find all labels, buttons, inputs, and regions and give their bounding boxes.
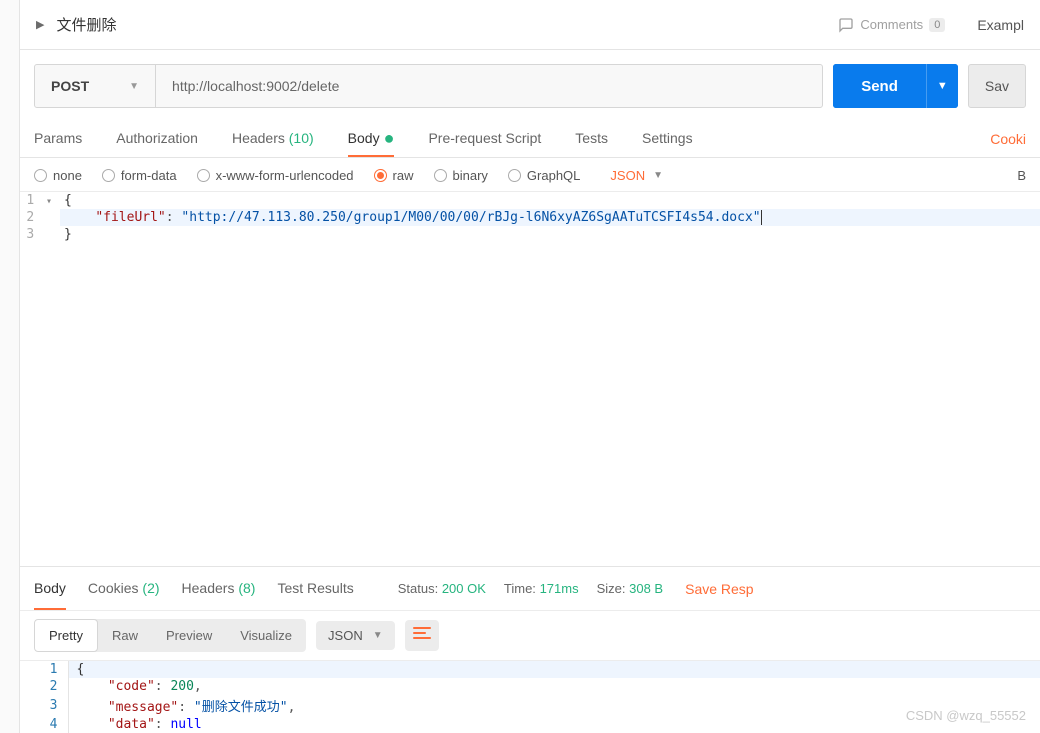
collapse-triangle-icon[interactable]: ▶ (36, 18, 44, 31)
chevron-down-icon: ▼ (129, 81, 139, 92)
save-response-button[interactable]: Save Resp (685, 581, 753, 597)
save-button[interactable]: Sav (968, 64, 1026, 108)
request-body-editor[interactable]: 1 ▾{ 2 "fileUrl": "http://47.113.80.250/… (20, 192, 1040, 566)
tab-header: ▶ 文件删除 Comments 0 Exampl (20, 0, 1040, 50)
send-button[interactable]: Send (833, 64, 926, 108)
comments-count: 0 (929, 18, 945, 32)
url-input[interactable] (156, 65, 822, 107)
request-tabs: Params Authorization Headers (10) Body● … (20, 120, 1040, 158)
resp-tab-tests[interactable]: Test Results (277, 567, 353, 610)
beautify-button[interactable]: B (1017, 168, 1026, 183)
raw-type-select[interactable]: JSON ▼ (610, 168, 663, 183)
resp-tab-body[interactable]: Body (34, 567, 66, 610)
body-type-urlencoded[interactable]: x-www-form-urlencoded (197, 168, 354, 183)
radio-icon (197, 169, 210, 182)
cookies-link[interactable]: Cooki (990, 131, 1026, 147)
body-type-row: none form-data x-www-form-urlencoded raw… (20, 158, 1040, 192)
chevron-down-icon: ▼ (373, 630, 383, 641)
method-select[interactable]: POST ▼ (35, 65, 156, 107)
comment-icon (838, 17, 854, 33)
response-format-select[interactable]: JSON ▼ (316, 621, 395, 650)
body-type-none[interactable]: none (34, 168, 82, 183)
status-value: 200 OK (442, 581, 486, 596)
wrap-lines-button[interactable] (405, 620, 439, 651)
body-type-formdata[interactable]: form-data (102, 168, 177, 183)
resp-tab-cookies[interactable]: Cookies (2) (88, 567, 160, 610)
body-type-raw[interactable]: raw (374, 168, 414, 183)
fold-icon[interactable]: ▾ (42, 196, 52, 207)
radio-icon (508, 169, 521, 182)
tab-headers[interactable]: Headers (10) (232, 120, 314, 157)
view-preview[interactable]: Preview (152, 619, 226, 652)
time-value: 171ms (540, 581, 579, 596)
request-title: 文件删除 (56, 14, 116, 35)
radio-icon (102, 169, 115, 182)
tab-prerequest[interactable]: Pre-request Script (428, 120, 541, 157)
examples-button[interactable]: Exampl (957, 17, 1024, 33)
comments-button[interactable]: Comments 0 (838, 17, 945, 33)
view-visualize[interactable]: Visualize (226, 619, 306, 652)
send-dropdown-button[interactable]: ▼ (926, 64, 958, 108)
wrap-icon (413, 626, 431, 640)
radio-icon (374, 169, 387, 182)
view-pretty[interactable]: Pretty (34, 619, 98, 652)
tab-body[interactable]: Body● (348, 120, 395, 157)
tab-tests[interactable]: Tests (575, 120, 608, 157)
tab-authorization[interactable]: Authorization (116, 120, 198, 157)
size-value: 308 B (629, 581, 663, 596)
body-type-graphql[interactable]: GraphQL (508, 168, 580, 183)
body-type-binary[interactable]: binary (434, 168, 488, 183)
view-raw[interactable]: Raw (98, 619, 152, 652)
response-body-editor[interactable]: 1{ 2 "code": 200, 3 "message": "删除文件成功",… (20, 661, 1040, 733)
left-gutter (0, 0, 20, 733)
headers-count: (10) (289, 130, 314, 146)
tab-settings[interactable]: Settings (642, 120, 693, 157)
response-meta: Status: 200 OK Time: 171ms Size: 308 B (398, 581, 663, 596)
resp-tab-headers[interactable]: Headers (8) (182, 567, 256, 610)
method-url-group: POST ▼ (34, 64, 823, 108)
response-view-row: Pretty Raw Preview Visualize JSON ▼ (20, 610, 1040, 661)
comments-label: Comments (860, 17, 923, 32)
radio-icon (434, 169, 447, 182)
method-value: POST (51, 78, 89, 94)
response-tabs: Body Cookies (2) Headers (8) Test Result… (20, 566, 1040, 610)
radio-icon (34, 169, 47, 182)
chevron-down-icon: ▼ (653, 170, 663, 181)
tab-params[interactable]: Params (34, 120, 82, 157)
